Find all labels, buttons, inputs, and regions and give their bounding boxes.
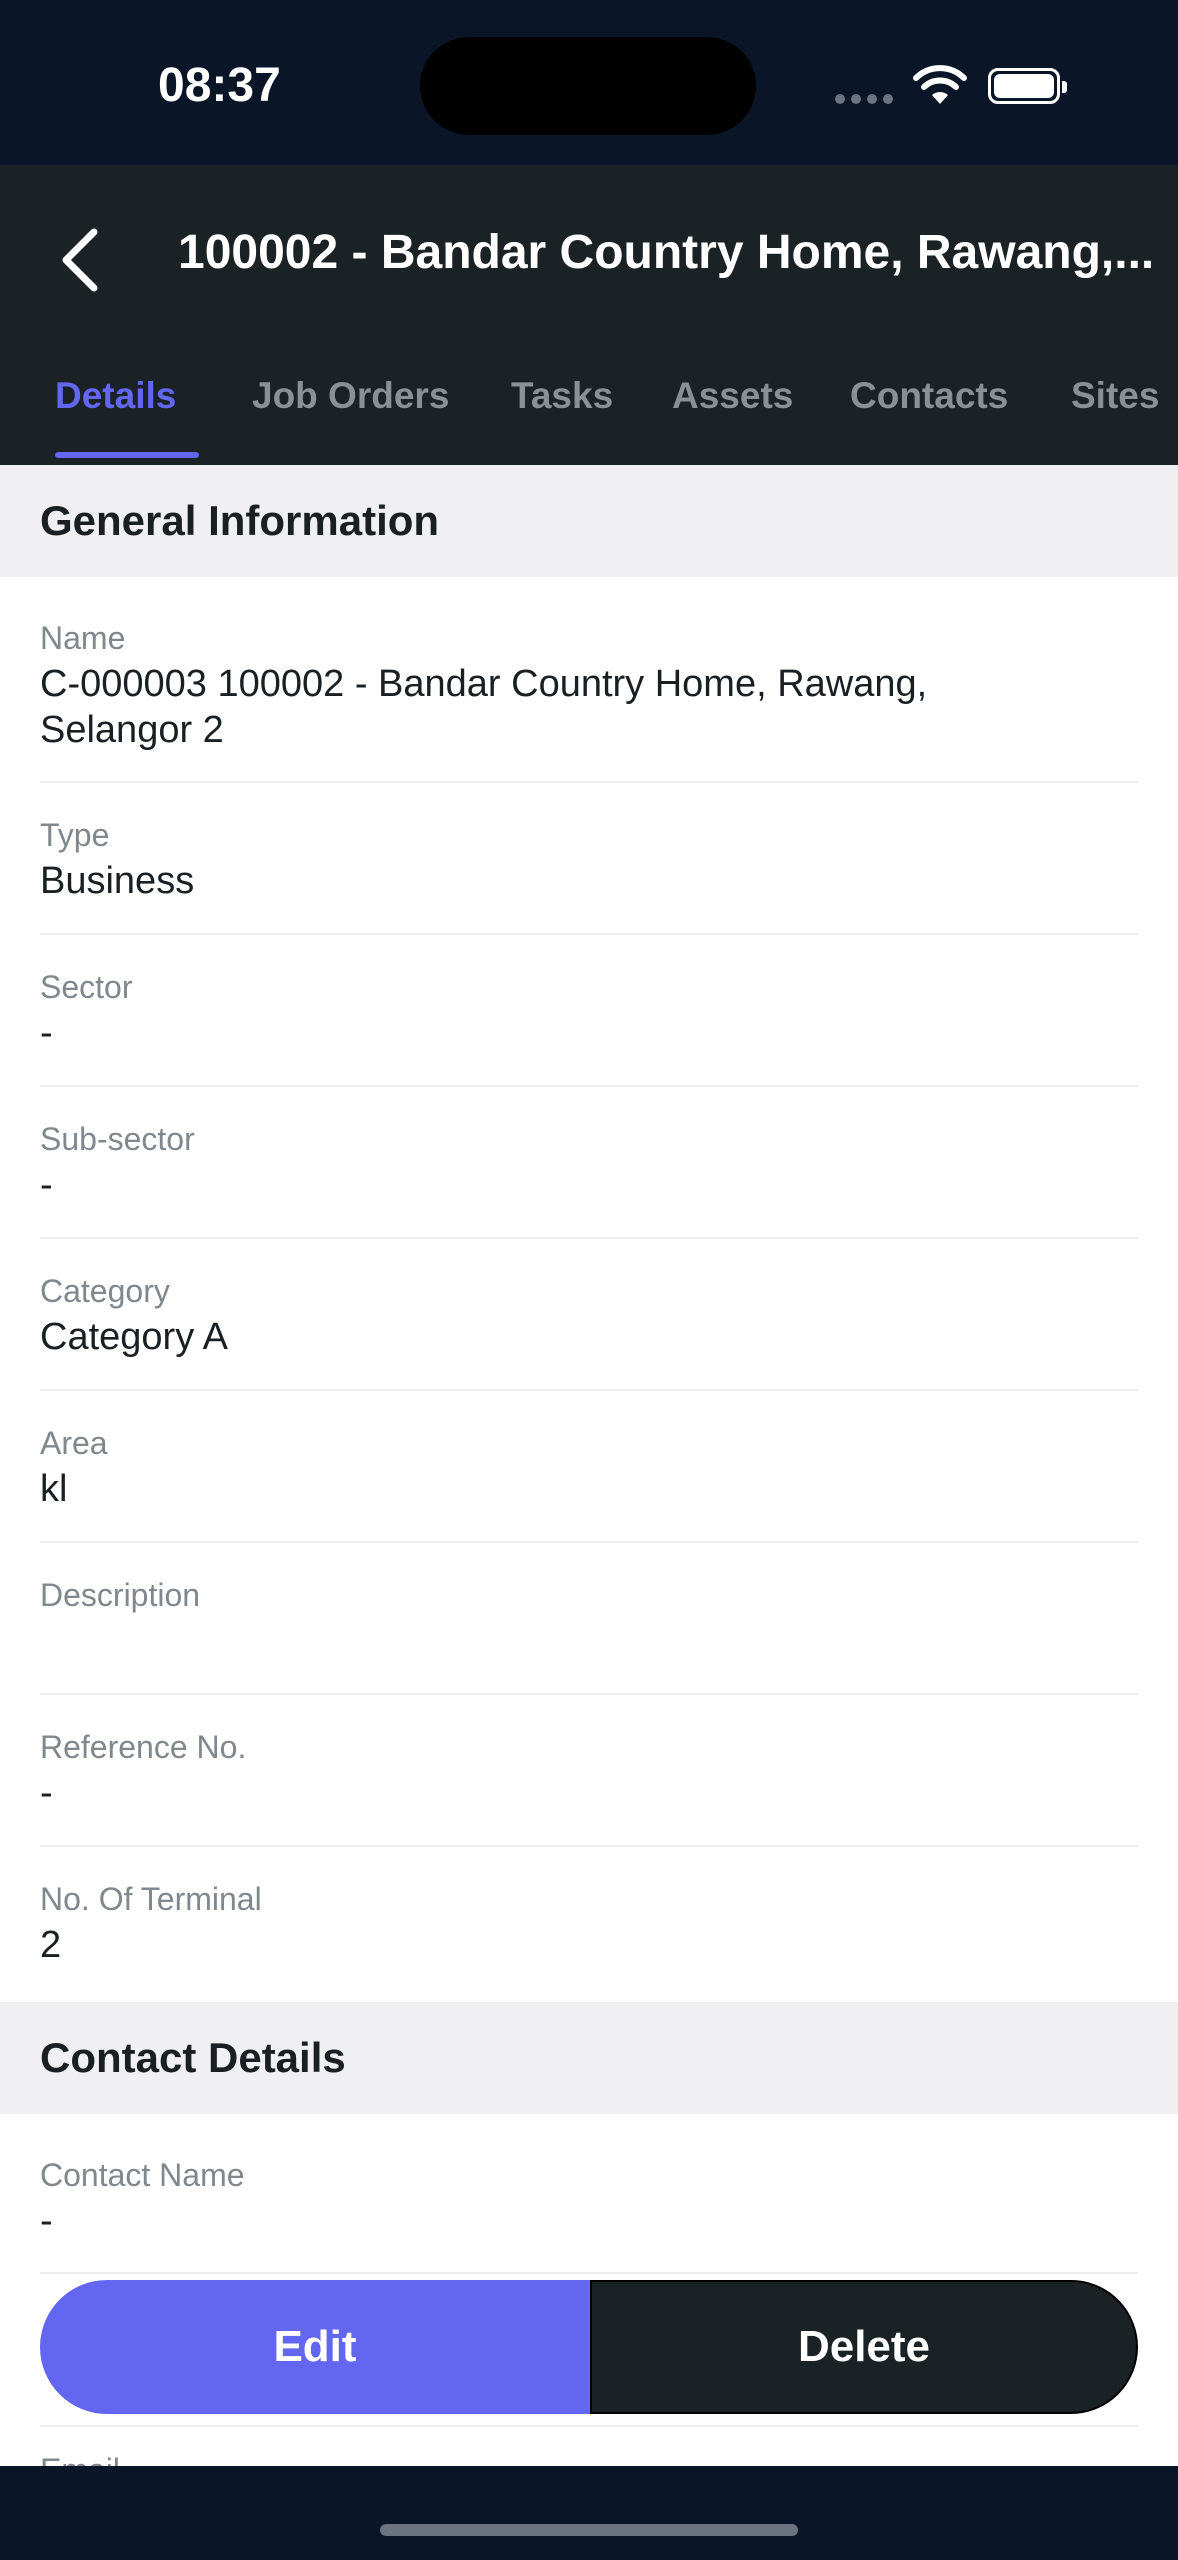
field-label: Description bbox=[40, 1577, 201, 1613]
divider bbox=[40, 933, 1138, 935]
field-label: Contact Name bbox=[40, 2157, 245, 2193]
field-label: Sector bbox=[40, 969, 133, 1005]
field-value: - bbox=[40, 1012, 53, 1054]
field-value: - bbox=[40, 1164, 53, 1206]
screen: 08:37 100002 - Bandar Country Home, Rawa… bbox=[0, 0, 1178, 2560]
field-contact-name: Contact Name - bbox=[40, 2157, 1138, 2244]
home-indicator[interactable] bbox=[380, 2524, 798, 2536]
field-reference-no: Reference No. - bbox=[40, 1729, 1138, 1816]
field-value: 2 bbox=[40, 1924, 62, 1966]
field-label: Type bbox=[40, 817, 110, 853]
divider bbox=[40, 1085, 1138, 1087]
tab-tasks[interactable]: Tasks bbox=[511, 375, 613, 465]
status-time: 08:37 bbox=[158, 59, 281, 112]
divider bbox=[40, 781, 1138, 783]
field-no-of-terminal: No. Of Terminal 2 bbox=[40, 1881, 1138, 1968]
active-tab-indicator bbox=[55, 452, 199, 458]
divider bbox=[40, 2272, 1138, 2274]
divider bbox=[40, 1237, 1138, 1239]
action-buttons: Edit Delete bbox=[40, 2280, 1138, 2414]
wifi-icon bbox=[912, 64, 968, 113]
edit-button[interactable]: Edit bbox=[40, 2280, 590, 2414]
tab-sites[interactable]: Sites bbox=[1071, 375, 1159, 465]
field-category: Category Category A bbox=[40, 1273, 1138, 1360]
field-area: Area kl bbox=[40, 1425, 1138, 1512]
field-value: C-000003 100002 - Bandar Country Home, R… bbox=[40, 663, 928, 751]
field-type: Type Business bbox=[40, 817, 1138, 904]
field-label: No. Of Terminal bbox=[40, 1881, 262, 1917]
divider bbox=[40, 2425, 1138, 2427]
page-title: 100002 - Bandar Country Home, Rawang,... bbox=[178, 226, 1155, 279]
status-bar: 08:37 bbox=[0, 0, 1178, 165]
app-header: 100002 - Bandar Country Home, Rawang,...… bbox=[0, 165, 1178, 465]
delete-button[interactable]: Delete bbox=[590, 2280, 1138, 2414]
field-label: Reference No. bbox=[40, 1729, 247, 1765]
field-sector: Sector - bbox=[40, 969, 1138, 1056]
field-name: Name C-000003 100002 - Bandar Country Ho… bbox=[40, 620, 1138, 753]
section-general-header: General Information bbox=[0, 465, 1178, 577]
dynamic-island bbox=[420, 37, 756, 135]
field-label: Name bbox=[40, 620, 126, 656]
divider bbox=[40, 1845, 1138, 1847]
field-value: kl bbox=[40, 1468, 68, 1510]
field-description: Description bbox=[40, 1577, 1138, 1618]
field-label: Category bbox=[40, 1273, 170, 1309]
divider bbox=[40, 1693, 1138, 1695]
tab-assets[interactable]: Assets bbox=[672, 375, 793, 465]
chevron-left-icon bbox=[62, 228, 98, 292]
section-contact-header: Contact Details bbox=[0, 2002, 1178, 2114]
divider bbox=[40, 1389, 1138, 1391]
field-value: Business bbox=[40, 860, 195, 902]
back-button[interactable] bbox=[52, 220, 112, 300]
section-title: Contact Details bbox=[40, 2034, 346, 2081]
field-label: Sub-sector bbox=[40, 1121, 195, 1157]
field-sub-sector: Sub-sector - bbox=[40, 1121, 1138, 1208]
tab-job-orders[interactable]: Job Orders bbox=[252, 375, 449, 465]
divider bbox=[40, 1541, 1138, 1543]
field-label: Area bbox=[40, 1425, 108, 1461]
field-value: - bbox=[40, 2200, 53, 2242]
section-title: General Information bbox=[40, 497, 440, 544]
field-value: - bbox=[40, 1772, 53, 1814]
home-bar-area bbox=[0, 2466, 1178, 2560]
battery-icon bbox=[988, 68, 1067, 104]
tab-contacts[interactable]: Contacts bbox=[850, 375, 1008, 465]
field-value: Category A bbox=[40, 1316, 228, 1358]
signal-icon bbox=[835, 94, 893, 104]
